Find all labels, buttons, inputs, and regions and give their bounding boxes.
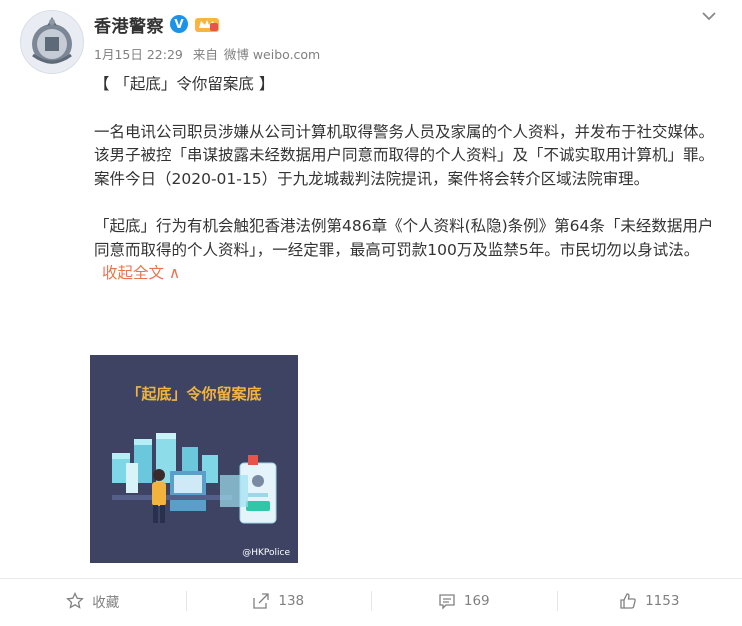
post-paragraph-1: 一名电讯公司职员涉嫌从公司计算机取得警务人员及家属的个人资料，并发布于社交媒体。… (94, 122, 715, 188)
image-headline: 「起底」令你留案底 (126, 385, 261, 403)
like-count: 1153 (645, 593, 680, 609)
post-title: 【 「起底」令你留案底 】 (94, 75, 275, 93)
post-paragraph-2-wrap: 「起底」行为有机会触犯香港法例第486章《个人资料(私隐)条例》第64条「未经数… (94, 215, 714, 286)
post-content: 【 「起底」令你留案底 】 一名电讯公司职员涉嫌从公司计算机取得警务人员及家属的… (94, 73, 714, 286)
weibo-post-card: 香港警察 V 1月15日 22:29 来自 微博 weibo.com 【 「起底… (0, 0, 742, 626)
like-button[interactable]: 1153 (556, 579, 742, 623)
post-meta: 1月15日 22:29 来自 微博 weibo.com (94, 44, 326, 63)
image-watermark: @HKPolice (242, 548, 290, 558)
favorite-button[interactable]: 收藏 (0, 579, 186, 623)
action-bar: 收藏 138 169 1153 (0, 579, 742, 623)
share-icon (253, 593, 270, 609)
comment-count: 169 (463, 593, 490, 609)
post-date[interactable]: 1月15日 22:29 (94, 47, 183, 62)
comment-icon (439, 594, 455, 610)
avatar[interactable] (20, 10, 84, 74)
post-image[interactable]: 「起底」令你留案底 @HKPolice (90, 355, 298, 563)
repost-count: 138 (278, 593, 305, 609)
repost-button[interactable]: 138 (185, 579, 372, 623)
post-source[interactable]: 微博 weibo.com (224, 47, 320, 62)
thumbs-up-icon (620, 593, 636, 609)
author-name[interactable]: 香港警察 (94, 12, 164, 37)
post-paragraph-2: 「起底」行为有机会触犯香港法例第486章《个人资料(私隐)条例》第64条「未经数… (94, 217, 714, 259)
collapse-text-link[interactable]: 收起全文 ∧ (102, 264, 180, 282)
favorite-label: 收藏 (92, 595, 120, 611)
author-row: 香港警察 V (94, 12, 220, 37)
verified-badge-icon[interactable]: V (170, 15, 188, 33)
comment-button[interactable]: 169 (371, 579, 557, 623)
member-crown-icon[interactable] (194, 15, 220, 33)
chevron-down-icon[interactable] (697, 6, 721, 26)
source-prefix: 来自 (192, 47, 218, 62)
star-icon (66, 592, 85, 609)
